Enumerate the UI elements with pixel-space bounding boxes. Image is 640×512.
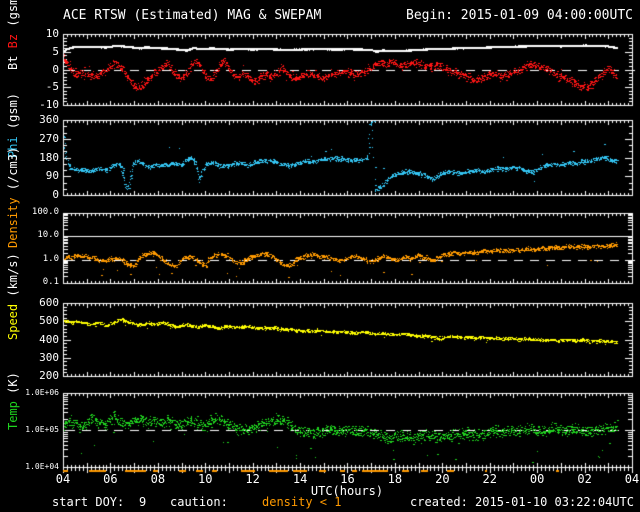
x-tick-label: 14 — [292, 472, 308, 486]
x-tick-label: 18 — [387, 472, 403, 486]
caution-label: caution: — [170, 495, 228, 509]
y-tick-label: 600 — [39, 295, 59, 309]
y-tick-label: 1.0E+04 — [25, 461, 59, 471]
y-tick-label: 400 — [39, 332, 59, 346]
y-tick-label: 90 — [45, 168, 59, 182]
y-tick-label: 100.0 — [31, 207, 59, 218]
x-tick-label: 12 — [245, 472, 260, 486]
y-tick-label: 270 — [39, 131, 59, 145]
y-tick-label: 0 — [52, 62, 59, 76]
y-tick-label: 1.0 — [42, 254, 59, 265]
x-tick-label: 10 — [198, 472, 213, 486]
x-tick-label: 02 — [577, 472, 592, 486]
y-tick-label: 1.0E+05 — [25, 424, 59, 434]
y-tick-label: 10.0 — [37, 230, 59, 241]
caution-value: density < 1 — [262, 495, 342, 509]
y-axis-title-part: (/cm3) — [6, 146, 20, 191]
y-tick-label: 1.0E+06 — [25, 387, 59, 397]
y-axis-title-part: (K) — [6, 372, 20, 394]
y-axis-title-part: Bt — [6, 47, 20, 70]
y-tick-label: 200 — [39, 368, 59, 382]
y-tick-label: 0 — [52, 187, 59, 201]
x-tick-label: 00 — [529, 472, 545, 486]
y-axis-title-part: Bz — [6, 26, 20, 48]
x-tick-label: 04 — [55, 472, 71, 486]
y-axis-title-part: (gsm) — [6, 0, 20, 27]
x-tick-label: 04 — [624, 472, 640, 486]
x-tick-label: 06 — [103, 472, 118, 486]
y-axis-title-part: (km/s) — [6, 252, 20, 297]
y-tick-label: 360 — [39, 112, 59, 126]
y-tick-label: 10 — [45, 26, 59, 40]
start-doy-value: 9 — [139, 495, 147, 509]
y-axis-title-part: Temp — [6, 393, 20, 430]
y-axis-title-part: (gsm) — [6, 92, 20, 129]
y-tick-label: 0.1 — [42, 277, 59, 288]
x-tick-label: 08 — [150, 472, 166, 486]
y-axis-title-part: Speed — [6, 296, 20, 340]
plot-canvas — [0, 0, 640, 512]
y-tick-label: 300 — [39, 350, 59, 364]
y-tick-label: 500 — [39, 313, 59, 327]
y-tick-label: -10 — [39, 97, 59, 111]
y-tick-label: -5 — [45, 79, 59, 93]
created-timestamp: created: 2015-01-10 03:22:04UTC — [410, 495, 634, 509]
ace-rtsw-mag-swepam-plot: ACE RTSW (Estimated) MAG & SWEPAM Begin:… — [0, 0, 640, 512]
start-doy-label: start DOY: — [52, 495, 125, 509]
begin-timestamp: Begin: 2015-01-09 04:00:00UTC — [406, 8, 633, 23]
y-tick-label: 5 — [52, 44, 59, 58]
y-axis-title-part: Density — [6, 190, 20, 248]
plot-title: ACE RTSW (Estimated) MAG & SWEPAM — [63, 8, 322, 23]
x-tick-label: 22 — [482, 472, 497, 486]
y-tick-label: 180 — [39, 150, 59, 164]
x-tick-label: 20 — [435, 472, 450, 486]
